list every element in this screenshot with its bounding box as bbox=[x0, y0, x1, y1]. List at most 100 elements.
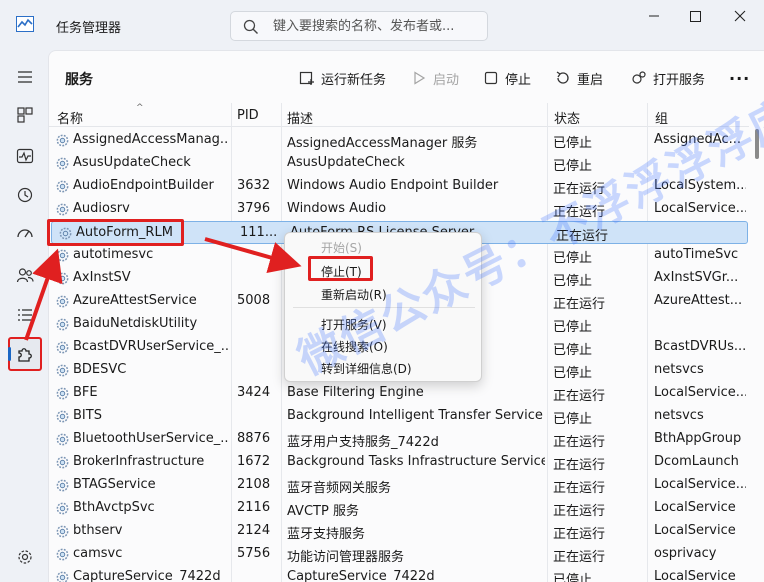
window-title: 任务管理器 bbox=[56, 21, 122, 36]
cell-status: 已停止 bbox=[553, 366, 593, 381]
cell-status: 已停止 bbox=[553, 136, 593, 151]
nav-settings[interactable] bbox=[10, 542, 40, 572]
service-gear-icon bbox=[56, 364, 69, 377]
cell-status: 正在运行 bbox=[553, 527, 606, 542]
menu-item-start[interactable]: 开始(S) bbox=[321, 239, 362, 256]
table-row[interactable]: bthserv 2124 蓝牙支持服务 正在运行 LocalService bbox=[49, 520, 749, 543]
restart-icon bbox=[556, 71, 569, 84]
cell-description: Windows Audio Endpoint Builder bbox=[287, 178, 499, 193]
cell-status: 正在运行 bbox=[553, 297, 606, 312]
cell-group: osprivacy bbox=[654, 546, 717, 561]
cell-name: AssignedAccessManag... bbox=[73, 132, 229, 147]
col-header-status[interactable]: 状态 bbox=[554, 108, 580, 127]
cell-group: netsvcs bbox=[654, 408, 704, 423]
cell-group: LocalService bbox=[654, 500, 736, 515]
nav-menu-button[interactable] bbox=[10, 62, 40, 92]
processes-icon bbox=[17, 107, 33, 123]
cell-description: CaptureService_7422d bbox=[287, 569, 435, 582]
hamburger-icon bbox=[18, 71, 32, 83]
left-nav bbox=[0, 50, 48, 582]
nav-users[interactable] bbox=[10, 260, 40, 290]
cell-name: autotimesvc bbox=[73, 247, 154, 262]
cell-status: 已停止 bbox=[553, 343, 593, 358]
table-row[interactable]: CaptureService_7422d CaptureService_7422d… bbox=[49, 566, 749, 582]
cell-status: 正在运行 bbox=[553, 481, 606, 496]
col-header-name[interactable]: 名称 bbox=[57, 108, 83, 127]
cell-status: 正在运行 bbox=[553, 504, 606, 519]
close-button[interactable] bbox=[726, 6, 754, 26]
cell-pid: 3632 bbox=[237, 178, 271, 193]
col-header-group[interactable]: 组 bbox=[655, 108, 668, 127]
nav-services[interactable] bbox=[8, 337, 42, 371]
table-row[interactable]: BrokerInfrastructure 1672 Background Tasks… bbox=[49, 451, 749, 474]
page-title: 服务 bbox=[65, 72, 93, 88]
cell-description: AssignedAccessManager 服务 bbox=[287, 136, 478, 151]
cell-pid: 5756 bbox=[237, 546, 271, 561]
maximize-button[interactable] bbox=[681, 6, 709, 26]
services-puzzle-icon bbox=[18, 348, 32, 362]
search-icon bbox=[243, 19, 258, 34]
startup-gauge-icon bbox=[17, 229, 33, 238]
open-services-button[interactable]: 打开服务 bbox=[631, 67, 705, 89]
service-gear-icon bbox=[56, 548, 69, 561]
cell-name: BrokerInfrastructure bbox=[73, 454, 205, 469]
cell-name: bthserv bbox=[73, 523, 123, 538]
nav-performance[interactable] bbox=[10, 141, 40, 171]
nav-processes[interactable] bbox=[10, 100, 40, 130]
service-gear-icon bbox=[56, 479, 69, 492]
search-box[interactable] bbox=[230, 11, 488, 41]
stop-button[interactable]: 停止 bbox=[483, 67, 531, 89]
cell-description: Background Intelligent Transfer Service bbox=[287, 408, 543, 423]
cell-group: AzureAttest... bbox=[654, 293, 743, 308]
sort-ascending-icon: ^ bbox=[136, 103, 144, 113]
run-task-icon bbox=[299, 71, 314, 85]
nav-app-history[interactable] bbox=[10, 180, 40, 210]
play-icon bbox=[414, 71, 426, 85]
minimize-button[interactable] bbox=[640, 6, 668, 26]
search-input[interactable] bbox=[273, 17, 478, 35]
cell-status: 已停止 bbox=[553, 412, 593, 427]
cell-name: AxInstSV bbox=[73, 270, 131, 285]
table-header: ^ 名称 PID 描述 状态 组 bbox=[49, 103, 749, 127]
cell-name: AsusUpdateCheck bbox=[73, 155, 191, 170]
nav-startup-apps[interactable] bbox=[10, 218, 40, 248]
cell-group: LocalService... bbox=[654, 385, 746, 400]
cell-group: netsvcs bbox=[654, 362, 704, 377]
cell-group: AxInstSVGr... bbox=[654, 270, 739, 285]
service-gear-icon bbox=[56, 341, 69, 354]
cell-description: 功能访问管理器服务 bbox=[287, 550, 405, 565]
start-button[interactable]: 启动 bbox=[411, 67, 459, 89]
cell-group: LocalService... bbox=[654, 477, 746, 492]
cell-group: BthAppGroup bbox=[654, 431, 742, 446]
col-header-pid[interactable]: PID bbox=[237, 108, 259, 123]
service-gear-icon bbox=[56, 433, 69, 446]
run-new-task-button[interactable]: 运行新任务 bbox=[299, 67, 386, 89]
more-options-button[interactable]: ··· bbox=[729, 69, 750, 88]
table-row[interactable]: BFE 3424 Base Filtering Engine 正在运行 LocalSer… bbox=[49, 382, 749, 405]
cell-pid: 2124 bbox=[237, 523, 271, 538]
col-header-desc[interactable]: 描述 bbox=[287, 108, 313, 127]
table-row[interactable]: BITS Background Intelligent Transfer Serv… bbox=[49, 405, 749, 428]
cell-status: 正在运行 bbox=[553, 435, 606, 450]
highlight-stop-menu-item bbox=[308, 256, 373, 281]
cell-status: 已停止 bbox=[553, 274, 593, 289]
cell-description: 蓝牙用户支持服务_7422d bbox=[287, 435, 439, 450]
table-row[interactable]: BthAvctpSvc 2116 AVCTP 服务 正在运行 LocalService bbox=[49, 497, 749, 520]
cell-name: AzureAttestService bbox=[73, 293, 197, 308]
service-gear-icon bbox=[56, 318, 69, 331]
table-row[interactable]: camsvc 5756 功能访问管理器服务 正在运行 osprivacy bbox=[49, 543, 749, 566]
cell-status: 正在运行 bbox=[553, 389, 606, 404]
cell-status: 已停止 bbox=[553, 320, 593, 335]
table-row[interactable]: BTAGService 2108 蓝牙音频网关服务 正在运行 LocalService.… bbox=[49, 474, 749, 497]
cell-status: 正在运行 bbox=[553, 458, 606, 473]
service-gear-icon bbox=[56, 134, 69, 147]
cell-description: 蓝牙音频网关服务 bbox=[287, 481, 392, 496]
service-gear-icon bbox=[56, 410, 69, 423]
open-services-label: 打开服务 bbox=[653, 72, 706, 88]
table-row[interactable]: BluetoothUserService_... 8876 蓝牙用户支持服务_742… bbox=[49, 428, 749, 451]
title-bar: 任务管理器 bbox=[0, 0, 764, 50]
task-manager-icon bbox=[16, 16, 34, 32]
nav-details[interactable] bbox=[10, 300, 40, 330]
restart-button[interactable]: 重启 bbox=[555, 67, 603, 89]
performance-icon bbox=[16, 148, 34, 164]
